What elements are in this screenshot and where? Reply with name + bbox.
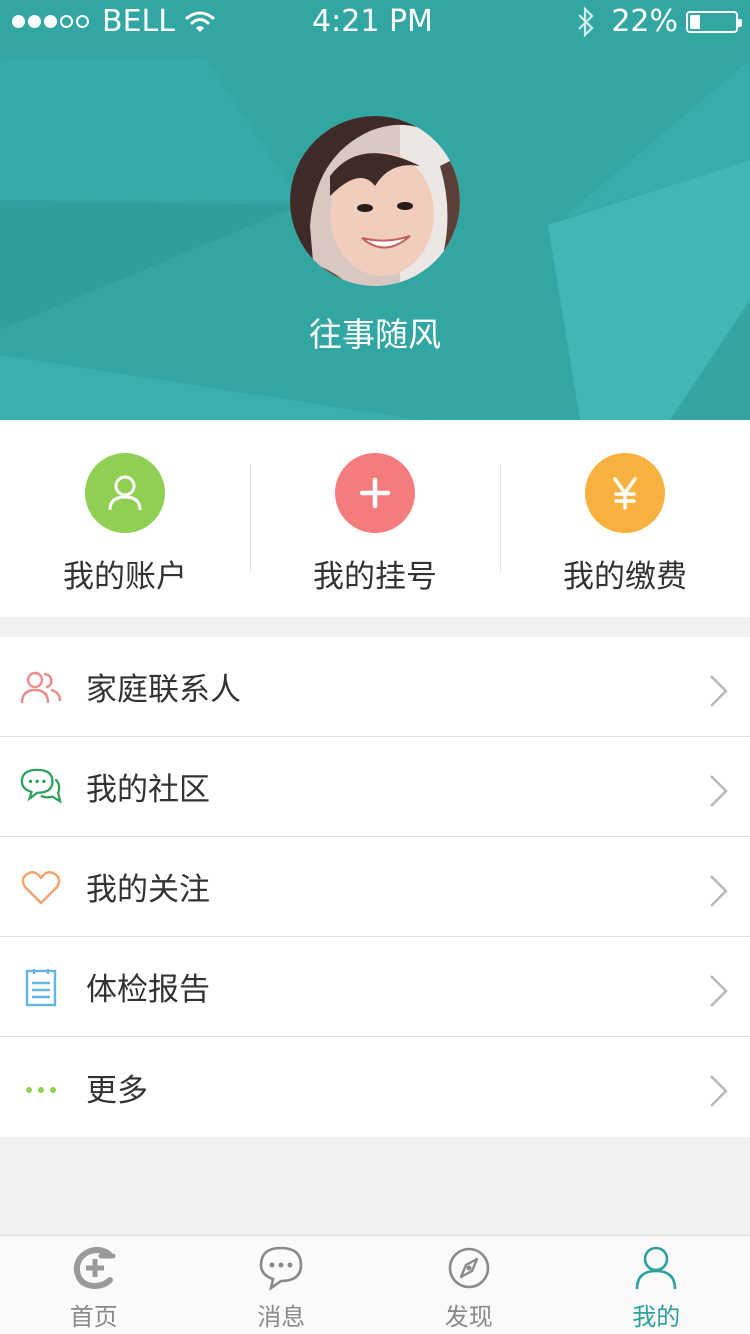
registration-icon-circle (335, 453, 415, 533)
menu-item-family-contacts[interactable]: 家庭联系人 (0, 637, 750, 737)
profile-icon (635, 1246, 677, 1290)
yen-icon (613, 477, 637, 510)
menu-item-my-community[interactable]: 我的社区 (0, 737, 750, 837)
home-logo-icon (73, 1246, 116, 1290)
menu-label: 体检报告 (86, 972, 210, 1008)
menu-label: 我的关注 (86, 872, 210, 908)
avatar[interactable] (290, 116, 460, 286)
plus-icon (359, 477, 391, 509)
chevron-right-icon (710, 975, 728, 1007)
menu-label: 家庭联系人 (86, 672, 241, 708)
battery-percent: 22% (611, 4, 678, 39)
chat-bubbles-icon (20, 768, 62, 804)
profile-header: BELL 4:21 PM 22% 往事随风 (0, 0, 750, 420)
my-registration-label: 我的挂号 (313, 559, 437, 595)
my-account-label: 我的账户 (63, 559, 187, 595)
avatar-photo (290, 116, 460, 286)
tab-mine[interactable]: 我的 (563, 1236, 750, 1334)
chevron-right-icon (710, 875, 728, 907)
tab-home[interactable]: 首页 (0, 1236, 188, 1334)
tab-bar: 首页 消息 发现 我的 (0, 1235, 750, 1334)
compass-icon (448, 1247, 490, 1289)
user-icon (108, 475, 142, 511)
status-bar: BELL 4:21 PM 22% (0, 0, 750, 42)
more-icon (26, 1087, 56, 1093)
heart-icon (21, 871, 61, 905)
account-icon-circle (85, 453, 165, 533)
menu-label: 我的社区 (86, 772, 210, 808)
menu-item-my-follows[interactable]: 我的关注 (0, 837, 750, 937)
report-icon (25, 969, 57, 1007)
tab-label: 发现 (444, 1303, 493, 1331)
menu-label: 更多 (86, 1072, 148, 1109)
my-registration-button[interactable]: 我的挂号 (250, 420, 500, 617)
my-account-button[interactable]: 我的账户 (0, 420, 250, 617)
tab-discover[interactable]: 发现 (375, 1236, 563, 1334)
family-icon (20, 671, 62, 704)
menu-list: 家庭联系人 我的社区 我的关注 体检报告 更多 (0, 637, 750, 1137)
tab-label: 消息 (257, 1303, 306, 1331)
menu-item-checkup-report[interactable]: 体检报告 (0, 937, 750, 1037)
chevron-right-icon (710, 775, 728, 807)
tab-label: 首页 (69, 1303, 118, 1331)
tab-label: 我的 (632, 1303, 681, 1331)
chevron-right-icon (710, 675, 728, 707)
battery-icon (686, 10, 742, 33)
my-payment-button[interactable]: 我的缴费 (500, 420, 750, 617)
profile-username: 往事随风 (309, 315, 441, 354)
message-icon (259, 1246, 303, 1291)
quick-actions: 我的账户 我的挂号 我的缴费 (0, 420, 750, 617)
my-payment-label: 我的缴费 (563, 559, 687, 595)
tab-messages[interactable]: 消息 (188, 1236, 376, 1334)
chevron-right-icon (710, 1075, 728, 1107)
menu-item-more[interactable]: 更多 (0, 1037, 750, 1137)
bluetooth-icon (578, 5, 594, 38)
payment-icon-circle (585, 453, 665, 533)
